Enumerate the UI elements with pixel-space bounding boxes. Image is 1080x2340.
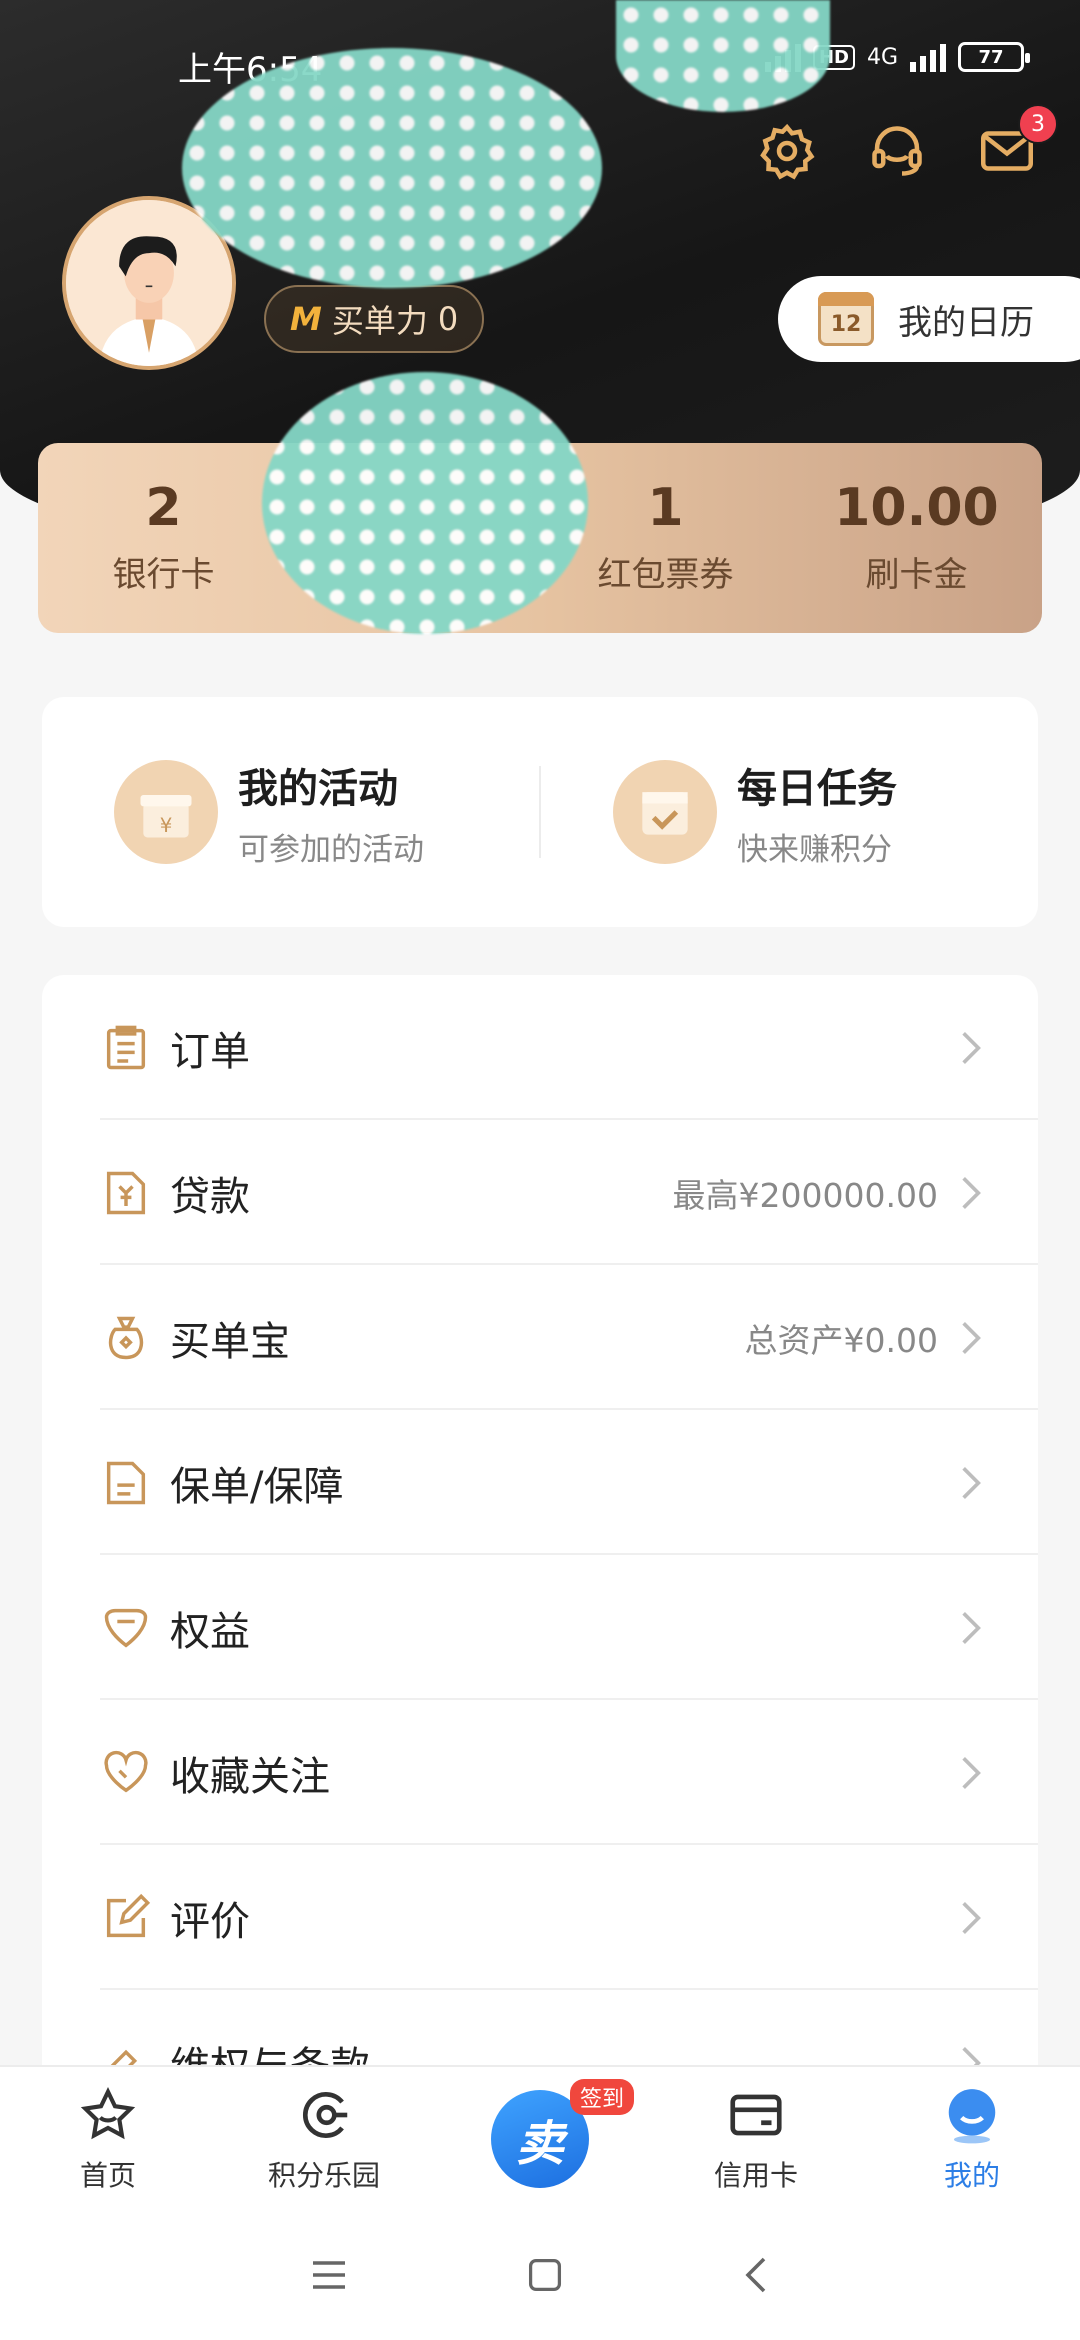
menu-item-rights-terms[interactable]: 维权与条款 xyxy=(42,1990,1038,2075)
nav-home[interactable]: 首页 xyxy=(0,2067,216,2210)
chevron-right-icon xyxy=(962,1756,981,1789)
money-bag-icon xyxy=(98,1310,154,1366)
my-calendar-label: 我的日历 xyxy=(898,302,1034,343)
menu-item-loan[interactable]: 贷款 最高¥200000.00 xyxy=(42,1120,1038,1265)
gear-icon xyxy=(760,123,815,180)
menu-extra: 总资产¥0.00 xyxy=(744,1320,938,1360)
menu-item-benefits[interactable]: 权益 xyxy=(42,1555,1038,1700)
home-icon[interactable] xyxy=(527,2257,563,2293)
menu-item-reviews[interactable]: 评价 xyxy=(42,1845,1038,1990)
menu-item-orders[interactable]: 订单 xyxy=(42,975,1038,1120)
profile-icon xyxy=(948,2088,996,2143)
nav-points-park[interactable]: 积分乐园 xyxy=(216,2067,432,2210)
menu-label: 订单 xyxy=(170,1028,250,1075)
my-activities-title: 我的活动 xyxy=(238,765,398,812)
nav-label: 我的 xyxy=(943,2158,1000,2192)
gift-box-icon: ¥ xyxy=(114,760,218,864)
calendar-icon: 12 xyxy=(818,292,874,346)
chevron-right-icon xyxy=(962,1321,981,1354)
buy-power-pill[interactable]: M 买单力 0 xyxy=(264,285,485,353)
activity-card: ¥ 我的活动 可参加的活动 每日任务 快来赚积分 xyxy=(42,697,1038,927)
cell-signal-icon xyxy=(910,42,946,72)
points-icon xyxy=(303,2091,348,2138)
menu-extra: 最高¥200000.00 xyxy=(672,1175,938,1215)
my-activities-button[interactable]: ¥ 我的活动 可参加的活动 xyxy=(42,756,539,869)
menu-icon[interactable] xyxy=(309,2258,349,2292)
sign-in-tag: 签到 xyxy=(570,2079,635,2115)
nav-sign-in[interactable]: 卖 签到 xyxy=(432,2067,648,2210)
network-label: 4G xyxy=(866,44,898,70)
redaction-blob xyxy=(616,0,830,112)
buy-power-value: 0 xyxy=(437,300,459,338)
customer-service-button[interactable] xyxy=(864,118,930,184)
my-activities-subtitle: 可参加的活动 xyxy=(238,831,424,868)
daily-tasks-title: 每日任务 xyxy=(737,765,897,812)
star-icon xyxy=(80,2086,136,2139)
menu-item-policy[interactable]: 保单/保障 xyxy=(42,1410,1038,1555)
bottom-nav: 首页 积分乐园 卖 签到 信用卡 我的 xyxy=(0,2065,1080,2210)
chevron-right-icon xyxy=(962,1611,981,1644)
stat-swipe-gold[interactable]: 10.00 刷卡金 xyxy=(791,443,1042,633)
stat-label: 刷卡金 xyxy=(865,555,968,596)
card-icon xyxy=(730,2094,782,2135)
battery-icon: 77 xyxy=(958,42,1030,72)
menu-item-maidanbao[interactable]: 买单宝 总资产¥0.00 xyxy=(42,1265,1038,1410)
buy-power-logo: M xyxy=(290,300,322,338)
stat-value: 10.00 xyxy=(834,477,999,538)
nav-label: 首页 xyxy=(79,2158,136,2192)
stat-bank-cards[interactable]: 2 银行卡 xyxy=(38,443,289,633)
daily-tasks-button[interactable]: 每日任务 快来赚积分 xyxy=(541,756,1038,869)
headset-icon xyxy=(872,126,922,176)
unread-badge: 3 xyxy=(1018,104,1058,144)
system-nav-bar xyxy=(0,2210,1080,2340)
menu-label: 买单宝 xyxy=(170,1318,290,1365)
chevron-right-icon xyxy=(962,1901,981,1934)
heart-icon xyxy=(98,1745,154,1801)
stat-label: 红包票券 xyxy=(597,555,734,596)
header-actions: 3 xyxy=(754,104,1058,184)
chevron-right-icon xyxy=(962,1031,981,1064)
daily-tasks-subtitle: 快来赚积分 xyxy=(737,831,892,868)
menu-label: 收藏关注 xyxy=(170,1753,330,1800)
messages-button[interactable]: 3 xyxy=(974,104,1058,184)
stat-value: 1 xyxy=(647,477,684,538)
loan-doc-icon xyxy=(98,1165,154,1221)
chevron-right-icon xyxy=(962,1176,981,1209)
my-calendar-button[interactable]: 12 我的日历 xyxy=(778,276,1080,362)
redaction-blob xyxy=(262,372,588,634)
menu-label: 保单/保障 xyxy=(170,1463,344,1510)
calendar-check-icon xyxy=(613,760,717,864)
settings-button[interactable] xyxy=(754,118,820,184)
policy-doc-icon xyxy=(98,1455,154,1511)
back-icon[interactable] xyxy=(741,2255,771,2295)
diamond-icon xyxy=(98,1600,154,1656)
edit-icon xyxy=(98,1890,154,1946)
svg-text:¥: ¥ xyxy=(160,814,173,837)
menu-list: 订单 贷款 最高¥200000.00 买单宝 总资产¥0.00 保单/保障 权益… xyxy=(42,975,1038,2075)
nav-label: 积分乐园 xyxy=(267,2158,380,2192)
stat-value: 2 xyxy=(145,477,182,538)
redaction-blob xyxy=(182,48,602,288)
menu-label: 贷款 xyxy=(170,1173,250,1220)
menu-item-favorites[interactable]: 收藏关注 xyxy=(42,1700,1038,1845)
clipboard-icon xyxy=(98,1020,154,1076)
nav-label: 信用卡 xyxy=(713,2158,798,2192)
stat-label: 银行卡 xyxy=(112,555,215,596)
chevron-right-icon xyxy=(962,1466,981,1499)
nav-credit-card[interactable]: 信用卡 xyxy=(648,2067,864,2210)
menu-label: 权益 xyxy=(170,1608,250,1655)
menu-label: 评价 xyxy=(170,1898,250,1945)
buy-power-label: 买单力 xyxy=(331,302,428,340)
nav-mine[interactable]: 我的 xyxy=(864,2067,1080,2210)
